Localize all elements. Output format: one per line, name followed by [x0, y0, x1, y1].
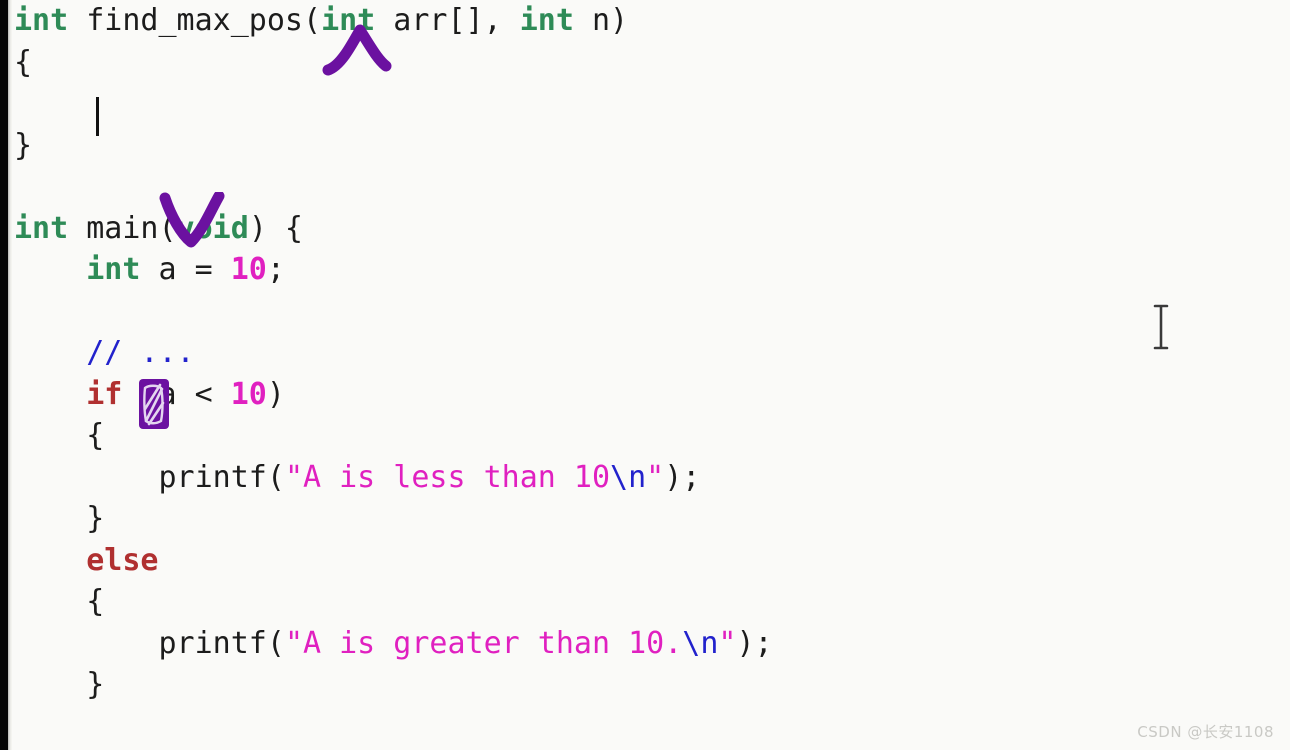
code-token-pun [14, 377, 86, 412]
code-line[interactable]: if (a < 10) [12, 374, 1290, 416]
code-line[interactable] [12, 166, 1290, 208]
code-token-pun: { [14, 584, 105, 619]
code-token-esc: \n [610, 459, 647, 495]
code-token-pun: ) [266, 376, 285, 412]
code-line[interactable]: } [12, 664, 1290, 706]
text-insertion-caret [96, 97, 99, 136]
code-token-pun: { [14, 418, 105, 453]
code-line[interactable]: printf("A is greater than 10.\n"); [12, 623, 1290, 665]
code-line[interactable]: int find_max_pos(int arr[], int n) [12, 0, 1290, 42]
code-line[interactable] [12, 291, 1290, 333]
code-token-kw: int [14, 3, 69, 38]
code-token-str: " [646, 459, 665, 495]
screen: / int find_max_pos(int arr[], int n){ } … [0, 0, 1290, 750]
code-token-kw: int [519, 3, 574, 38]
code-line[interactable]: else [12, 540, 1290, 582]
code-token-pun: ); [664, 459, 701, 495]
code-line[interactable]: { [12, 581, 1290, 623]
code-token-pun: find_max_pos( [68, 3, 322, 38]
code-token-num: 10 [230, 252, 267, 287]
code-token-pun: printf( [14, 459, 285, 495]
code-token-cmt: // ... [86, 335, 195, 370]
site-watermark: CSDN @长安1108 [1137, 723, 1274, 741]
mouse-pointer-i-beam [1152, 303, 1170, 351]
code-token-kw: void [176, 210, 249, 246]
code-token-pun: ) { [248, 210, 303, 246]
code-token-pun: ; [266, 252, 285, 287]
code-token-pun [14, 294, 32, 329]
code-token-str: "A is less than 10 [284, 459, 611, 495]
code-token-num: 10 [230, 376, 267, 412]
code-token-kw: int [86, 252, 141, 287]
code-line[interactable]: int a = 10; [12, 249, 1290, 291]
code-token-pun: main( [68, 210, 177, 246]
code-token-esc: \n [682, 625, 719, 661]
code-token-ctl: else [86, 542, 159, 578]
code-line[interactable]: // ... [12, 332, 1290, 374]
code-line[interactable]: { [12, 42, 1290, 84]
code-token-pun [14, 335, 86, 370]
code-token-pun: ); [736, 625, 773, 661]
code-token-pun [14, 252, 86, 287]
code-token-pun [14, 169, 32, 204]
code-token-pun: } [14, 667, 105, 702]
code-token-pun: } [14, 127, 33, 163]
code-token-pun: { [14, 44, 33, 80]
code-token-kw: int [14, 210, 69, 246]
code-line[interactable]: } [12, 125, 1290, 167]
code-text-area[interactable]: int find_max_pos(int arr[], int n){ } in… [12, 0, 1290, 706]
code-token-pun: n) [573, 3, 629, 38]
code-line[interactable]: } [12, 498, 1290, 540]
code-token-str: "A is greater than 10. [284, 625, 683, 661]
code-line[interactable]: int main(void) { [12, 208, 1290, 250]
code-token-ctl: if [86, 376, 123, 412]
code-token-pun [14, 86, 86, 121]
window-left-gutter [0, 0, 8, 750]
code-editor-surface[interactable]: / int find_max_pos(int arr[], int n){ } … [12, 0, 1290, 750]
code-token-pun: a = [140, 252, 231, 287]
code-token-str: " [718, 625, 737, 661]
code-token-pun: } [14, 501, 105, 536]
code-line[interactable]: printf("A is less than 10\n"); [12, 457, 1290, 499]
code-token-pun: (a < [122, 376, 231, 412]
code-token-pun: printf( [14, 625, 285, 661]
code-token-kw: int [321, 3, 376, 38]
code-token-pun [14, 543, 86, 578]
code-line[interactable]: { [12, 415, 1290, 457]
code-line[interactable] [12, 83, 1290, 125]
code-token-pun: arr[], [375, 3, 520, 38]
